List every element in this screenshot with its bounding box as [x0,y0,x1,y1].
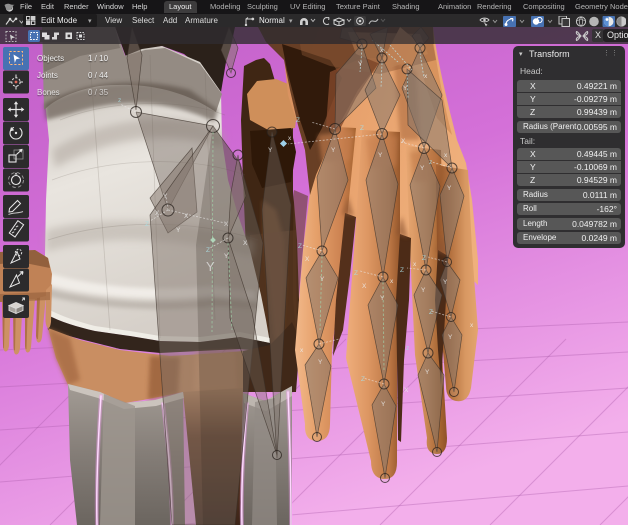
svg-text:Y: Y [268,147,273,154]
svg-text:Z: Z [296,117,300,124]
svg-text:Y: Y [421,287,426,294]
svg-text:z: z [429,159,432,166]
svg-text:X: X [362,283,367,290]
svg-text:z: z [406,345,409,352]
svg-text:X: X [184,213,189,220]
svg-text:Z: Z [361,376,365,383]
svg-text:Y: Y [163,193,168,200]
svg-text:Y: Y [206,259,215,274]
svg-text:Y: Y [447,185,452,192]
svg-text:Y: Y [380,295,385,302]
svg-text:X: X [404,387,409,394]
svg-text:Y: Y [320,276,325,283]
svg-text:Z: Z [145,221,149,228]
svg-text:Y: Y [331,147,336,154]
svg-text:Y: Y [176,227,181,234]
svg-text:Y: Y [378,152,383,159]
svg-text:Z: Z [429,309,433,316]
svg-text:Z: Z [298,243,302,250]
svg-text:X: X [224,221,229,228]
svg-text:Y: Y [448,334,453,341]
svg-text:Z: Z [360,125,364,132]
svg-text:Z: Z [422,255,426,262]
svg-text:Z: Z [354,270,358,277]
svg-text:Y: Y [381,401,386,408]
svg-text:Y: Y [403,85,408,92]
svg-text:Y: Y [358,61,363,68]
svg-text:Y: Y [224,253,229,260]
svg-text:X: X [155,210,160,217]
svg-text:X: X [243,240,248,247]
svg-text:z: z [118,97,121,104]
svg-text:Z: Z [206,247,210,254]
svg-text:X: X [401,138,406,145]
svg-text:Y: Y [420,165,425,172]
svg-text:Y: Y [443,279,448,286]
svg-text:Z: Z [400,267,404,274]
svg-text:X: X [305,256,310,263]
svg-text:Y: Y [425,369,430,376]
svg-text:Y: Y [318,359,323,366]
